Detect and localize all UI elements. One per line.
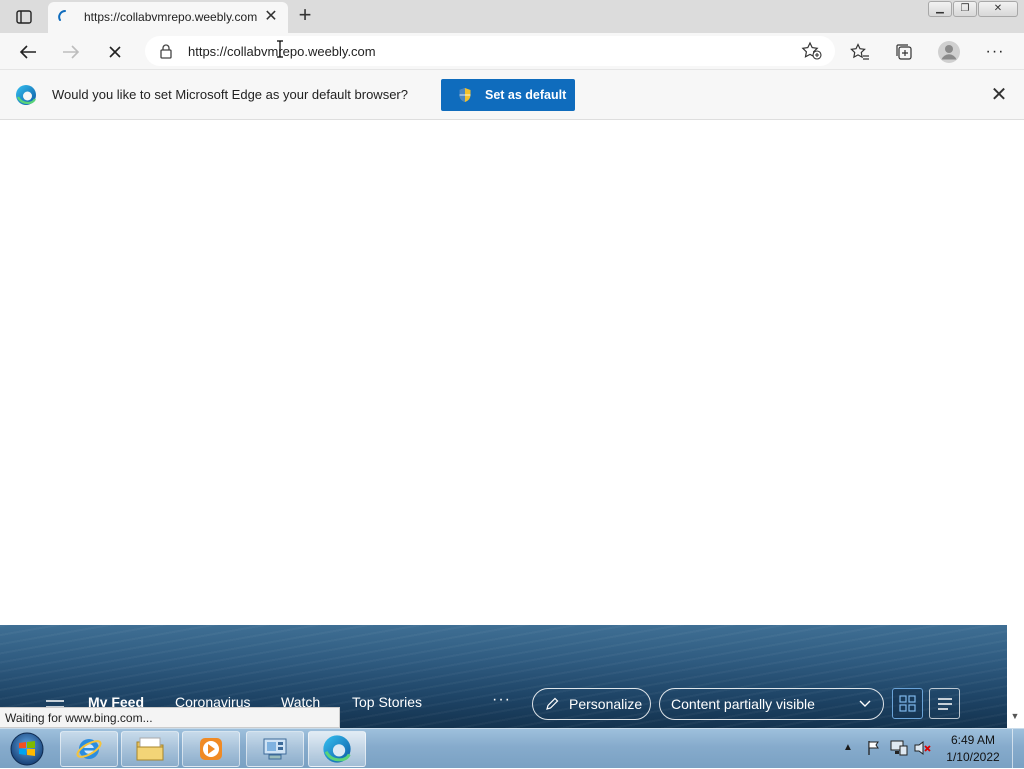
taskbar-media-player[interactable]	[182, 731, 240, 767]
new-tab-button[interactable]: +	[292, 4, 318, 28]
forward-icon	[63, 45, 80, 59]
show-hidden-icons-button[interactable]: ▲	[843, 742, 853, 753]
back-icon	[19, 45, 36, 59]
edge-icon	[323, 735, 351, 763]
flag-icon[interactable]	[866, 740, 882, 756]
close-icon: ✕	[990, 84, 1008, 106]
chevron-down-icon	[859, 700, 871, 707]
show-desktop-button[interactable]	[1012, 729, 1024, 769]
infobar-message: Would you like to set Microsoft Edge as …	[52, 87, 408, 102]
personalize-button[interactable]: Personalize	[532, 688, 651, 720]
media-player-icon	[200, 738, 222, 760]
plus-icon: +	[298, 2, 312, 27]
taskbar-devices-printers[interactable]	[246, 731, 304, 767]
feed-tab-top-stories[interactable]: Top Stories	[352, 694, 422, 710]
forward-button[interactable]	[56, 38, 86, 66]
add-favorite-icon[interactable]	[801, 41, 823, 61]
shield-icon	[459, 88, 471, 102]
tab-title: https://collabvmrepo.weebly.com	[84, 10, 258, 24]
set-as-default-button[interactable]: Set as default	[441, 79, 575, 111]
devices-icon	[263, 738, 287, 760]
profile-button[interactable]	[934, 38, 964, 66]
profile-icon	[938, 41, 960, 63]
set-as-default-label: Set as default	[485, 88, 567, 102]
tab-active[interactable]: https://collabvmrepo.weebly.com ✕	[48, 2, 288, 33]
personalize-label: Personalize	[569, 696, 643, 712]
clock-time[interactable]: 6:49 AM	[940, 733, 1006, 747]
more-icon: ···	[985, 43, 1005, 60]
back-button[interactable]	[13, 38, 43, 66]
tab-strip: https://collabvmrepo.weebly.com ✕ + ▁ ❐ …	[0, 0, 1024, 33]
status-bubble: Waiting for www.bing.com...	[0, 707, 340, 728]
vertical-scrollbar[interactable]	[1007, 121, 1024, 728]
text-cursor-icon	[277, 40, 283, 58]
minimize-button[interactable]: ▁	[928, 1, 952, 17]
address-bar[interactable]: https://collabvmrepo.weebly.com	[145, 36, 835, 66]
ie-icon	[76, 739, 102, 759]
feed-more-button[interactable]: ···	[492, 691, 511, 709]
folder-icon	[136, 737, 164, 761]
taskbar-microsoft-edge[interactable]	[308, 731, 366, 767]
pencil-icon	[546, 697, 559, 710]
clock-date[interactable]: 1/10/2022	[940, 750, 1006, 764]
grid-view-button[interactable]	[892, 688, 923, 719]
content-visibility-label: Content partially visible	[671, 696, 815, 712]
settings-more-button[interactable]: ···	[980, 38, 1010, 66]
tab-actions-icon[interactable]	[8, 6, 40, 28]
close-icon: ✕	[264, 8, 278, 25]
stop-icon	[109, 46, 121, 58]
collections-icon	[896, 44, 912, 60]
loading-spinner-icon	[58, 10, 66, 21]
windows-start-icon	[10, 732, 44, 766]
page-content	[0, 121, 1007, 625]
navigation-bar: https://collabvmrepo.weebly.com ···	[0, 33, 1024, 70]
window-close-button[interactable]: ✕	[978, 1, 1018, 17]
favorites-button[interactable]	[845, 38, 875, 66]
scroll-down-arrow[interactable]: ▼	[1009, 711, 1021, 725]
taskbar-internet-explorer[interactable]	[60, 731, 118, 767]
list-icon	[937, 697, 952, 710]
collections-button[interactable]	[889, 38, 919, 66]
volume-muted-icon[interactable]	[914, 740, 932, 756]
restore-button[interactable]: ❐	[953, 1, 977, 17]
favorites-icon	[850, 43, 869, 60]
edge-icon	[16, 85, 36, 105]
taskbar: ▲ 6:49 AM 1/10/2022	[0, 728, 1024, 769]
infobar-close-button[interactable]: ✕	[988, 85, 1010, 105]
stop-button[interactable]	[100, 38, 130, 66]
grid-icon	[899, 695, 916, 712]
network-icon[interactable]	[890, 740, 908, 756]
lock-icon[interactable]	[159, 43, 173, 59]
default-browser-infobar: Would you like to set Microsoft Edge as …	[0, 70, 1024, 120]
list-view-button[interactable]	[929, 688, 960, 719]
start-button[interactable]	[4, 730, 50, 768]
taskbar-windows-explorer[interactable]	[121, 731, 179, 767]
tab-close-button[interactable]: ✕	[262, 8, 280, 26]
content-visibility-dropdown[interactable]: Content partially visible	[659, 688, 884, 720]
